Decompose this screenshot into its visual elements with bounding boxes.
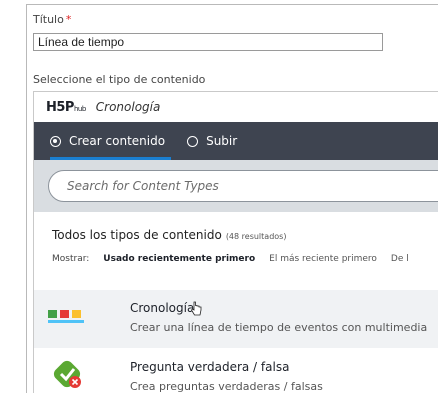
- h5p-logo-text: H5P: [46, 99, 74, 115]
- tab-create-content-label: Crear contenido: [69, 134, 166, 148]
- h5p-logo: H5Phub: [46, 100, 86, 115]
- sort-label: Mostrar:: [52, 254, 90, 264]
- radio-unchecked-icon: [187, 135, 199, 147]
- title-input[interactable]: Línea de tiempo: [33, 33, 383, 51]
- timeline-icon: [48, 310, 84, 323]
- search-area: Search for Content Types: [34, 160, 438, 212]
- tab-create-content[interactable]: Crear contenido: [50, 122, 172, 160]
- item-name-cronologia: Cronología: [130, 301, 195, 315]
- list-title: Todos los tipos de contenido (48 resultad…: [52, 228, 286, 242]
- title-label: Título *: [33, 13, 71, 26]
- true-false-icon: [53, 360, 81, 388]
- hub-tabs: Crear contenido Subir: [34, 122, 438, 160]
- search-input[interactable]: Search for Content Types: [48, 170, 438, 202]
- radio-checked-icon: [50, 135, 61, 147]
- list-item-cronologia[interactable]: Cronología Crear una línea de tiempo de …: [34, 290, 438, 348]
- selected-content-type: Cronología: [95, 100, 161, 114]
- tab-upload-label: Subir: [206, 134, 238, 148]
- item-desc-cronologia: Crear una línea de tiempo de eventos con…: [130, 321, 428, 334]
- list-title-text: Todos los tipos de contenido: [52, 228, 222, 242]
- required-mark: *: [65, 13, 72, 26]
- content-form: Título * Línea de tiempo Seleccione el ti…: [26, 4, 438, 393]
- item-name-true-false: Pregunta verdadera / falsa: [130, 360, 290, 374]
- sort-options: Mostrar: Usado recientemente primero El …: [52, 254, 409, 264]
- sort-newest[interactable]: El más reciente primero: [269, 254, 377, 264]
- tab-upload[interactable]: Subir: [187, 122, 237, 160]
- title-label-text: Título: [33, 13, 64, 26]
- item-desc-true-false: Crea preguntas verdaderas / falsas: [130, 380, 323, 393]
- h5p-hub: H5Phub Cronología Crear contenido Subir …: [33, 91, 438, 393]
- result-count: (48 resultados): [225, 232, 287, 241]
- sort-alphabetical[interactable]: De l: [391, 254, 409, 264]
- sort-recently-used[interactable]: Usado recientemente primero: [103, 254, 255, 264]
- hand-cursor-icon: [190, 301, 202, 316]
- content-type-list-header: Todos los tipos de contenido (48 resultad…: [34, 212, 438, 290]
- list-item-true-false[interactable]: Pregunta verdadera / falsa Crea pregunta…: [34, 352, 438, 393]
- content-type-label: Seleccione el tipo de contenido: [33, 73, 206, 86]
- h5p-logo-suffix: hub: [73, 104, 86, 113]
- hub-header[interactable]: H5Phub Cronología: [34, 92, 438, 122]
